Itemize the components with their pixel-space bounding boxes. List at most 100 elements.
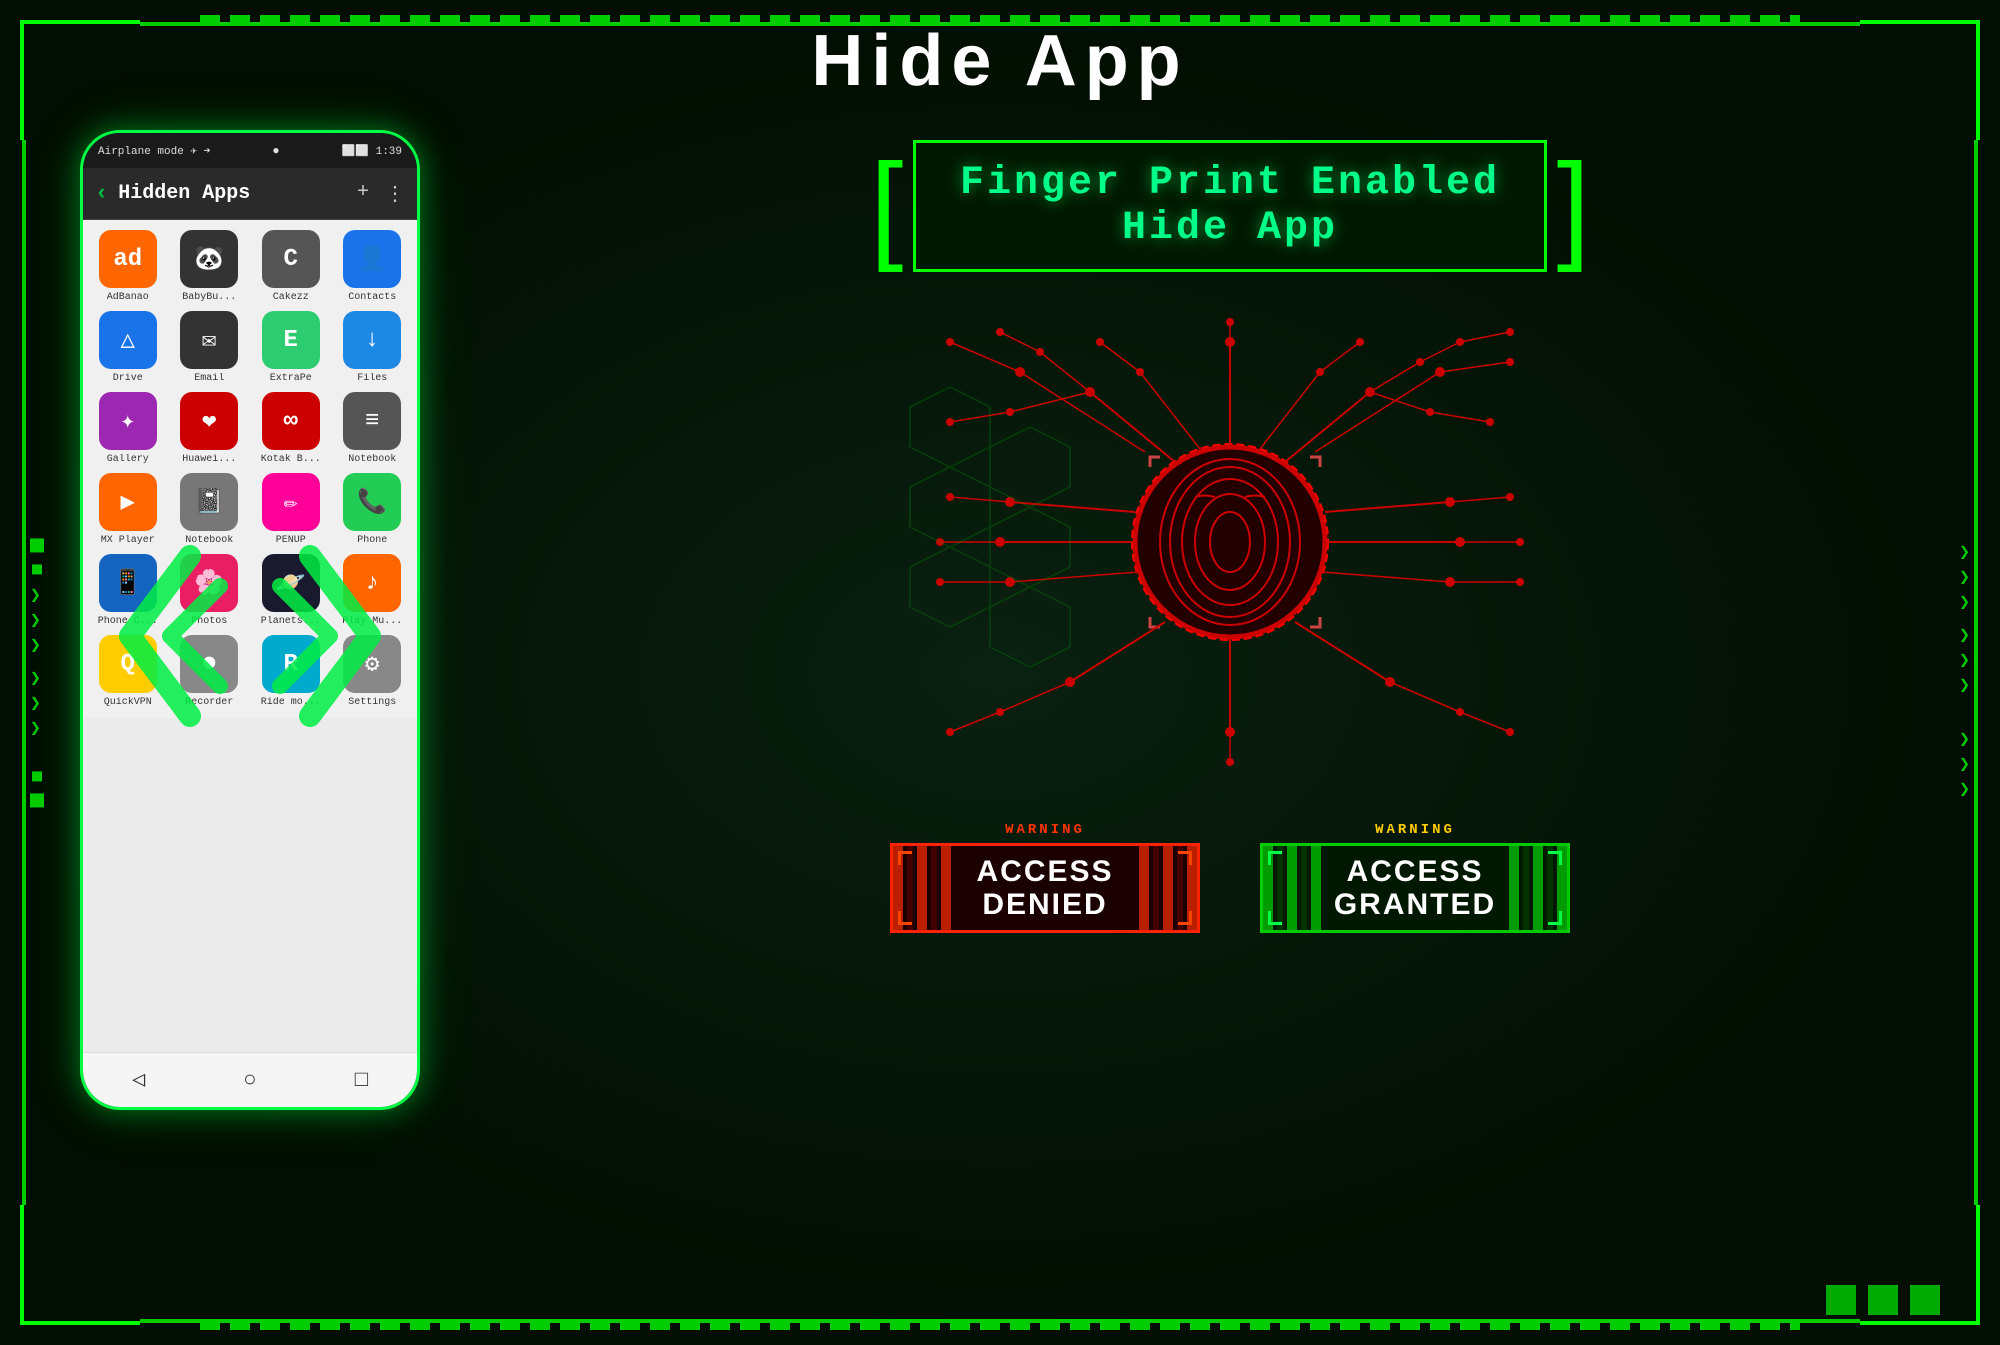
- app-icon: R: [262, 635, 320, 693]
- app-item[interactable]: ✦ Gallery: [91, 392, 165, 465]
- app-label: Kotak B...: [261, 454, 321, 465]
- fp-title-line1: Finger Print Enabled: [952, 161, 1507, 206]
- app-icon: ≡: [343, 392, 401, 450]
- phone-nav-bar: ◁ ○ □: [83, 1052, 417, 1107]
- status-right: ⬜⬜ 1:39: [342, 144, 402, 158]
- app-item[interactable]: ❤Huawei...: [173, 392, 247, 465]
- nav-home[interactable]: ○: [243, 1068, 256, 1093]
- app-item[interactable]: adAdBanao: [91, 230, 165, 303]
- app-icon: 🪐: [262, 554, 320, 612]
- access-granted-badge: WARNING: [1260, 822, 1570, 933]
- app-icon: Q: [99, 635, 157, 693]
- border-left: [22, 140, 26, 1205]
- fingerprint-visualization: [880, 302, 1580, 782]
- badges-row: WARNING: [890, 822, 1570, 933]
- left-side-decoration: ❯❯❯ ❯❯❯: [30, 536, 44, 809]
- phone-header: ‹ Hidden Apps + ⋮: [83, 168, 417, 220]
- app-label: ExtraPe: [270, 373, 312, 384]
- corner-br: [1548, 911, 1562, 925]
- corner-tl: [1268, 851, 1282, 865]
- denied-warning-label: WARNING: [1005, 822, 1085, 838]
- app-icon: ♪: [343, 554, 401, 612]
- page-title: Hide App: [0, 20, 2000, 102]
- granted-warning-label: WARNING: [1375, 822, 1455, 838]
- app-icon: △: [99, 311, 157, 369]
- square-1: [1826, 1285, 1856, 1315]
- app-label: PENUP: [276, 535, 306, 546]
- app-label: Planets...: [261, 616, 321, 627]
- square-2: [1868, 1285, 1898, 1315]
- corner-tr: [1178, 851, 1192, 865]
- app-label: Phone: [357, 535, 387, 546]
- app-label: BabyBu...: [182, 292, 236, 303]
- app-item[interactable]: 📞 Phone: [336, 473, 410, 546]
- corner-br: [1178, 911, 1192, 925]
- app-label: Gallery: [107, 454, 149, 465]
- app-label: Drive: [113, 373, 143, 384]
- app-item[interactable]: R Ride mo...: [254, 635, 328, 708]
- app-item[interactable]: ≡ Notebook: [336, 392, 410, 465]
- app-item[interactable]: CCakezz: [254, 230, 328, 303]
- app-item[interactable]: 🪐 Planets...: [254, 554, 328, 627]
- app-label: AdBanao: [107, 292, 149, 303]
- nav-back[interactable]: ◁: [132, 1067, 145, 1093]
- app-icon: 📞: [343, 473, 401, 531]
- nav-recent[interactable]: □: [355, 1068, 368, 1093]
- app-icon: ⏺: [180, 635, 238, 693]
- app-grid-container: adAdBanao 🐼 BabyBu... CCakezz 👤 Contacts △ Driv…: [83, 220, 417, 1052]
- app-grid: adAdBanao 🐼 BabyBu... CCakezz 👤 Contacts △ Driv…: [83, 220, 417, 718]
- app-item[interactable]: 🌸 Photos: [173, 554, 247, 627]
- app-icon: 🐼: [180, 230, 238, 288]
- fingerprint-title-box: Finger Print Enabled Hide App: [913, 140, 1546, 272]
- menu-icon[interactable]: ⋮: [385, 181, 405, 207]
- app-icon: ↓: [343, 311, 401, 369]
- status-left: Airplane mode ✈ ➜: [98, 144, 210, 158]
- app-item[interactable]: ✏ PENUP: [254, 473, 328, 546]
- header-title: Hidden Apps: [118, 182, 347, 205]
- access-denied-badge: WARNING: [890, 822, 1200, 933]
- granted-text: ACCESS GRANTED: [1334, 855, 1496, 921]
- app-label: Recorder: [185, 697, 233, 708]
- square-3: [1910, 1285, 1940, 1315]
- corner-tl: [898, 851, 912, 865]
- app-icon: ✏: [262, 473, 320, 531]
- app-item[interactable]: Q QuickVPN: [91, 635, 165, 708]
- app-icon: ▶: [99, 473, 157, 531]
- app-item[interactable]: ⚙Settings: [336, 635, 410, 708]
- right-side-decoration: ❯❯❯ ❯❯❯ ❯❯❯: [1959, 541, 1970, 804]
- app-label: Ride mo...: [261, 697, 321, 708]
- app-label: Email: [194, 373, 224, 384]
- app-item[interactable]: ↓ Files: [336, 311, 410, 384]
- app-item[interactable]: 🐼 BabyBu...: [173, 230, 247, 303]
- app-item[interactable]: 📱Phone C...: [91, 554, 165, 627]
- app-item[interactable]: △ Drive: [91, 311, 165, 384]
- app-icon: ✦: [99, 392, 157, 450]
- app-item[interactable]: ∞Kotak B...: [254, 392, 328, 465]
- app-item[interactable]: ▶ MX Player: [91, 473, 165, 546]
- app-icon: ⚙: [343, 635, 401, 693]
- app-label: Huawei...: [182, 454, 236, 465]
- border-right: [1974, 140, 1978, 1205]
- status-center: ●: [272, 144, 279, 158]
- corner-tr: [1548, 851, 1562, 865]
- app-item[interactable]: ✉Email: [173, 311, 247, 384]
- app-label: Photos: [191, 616, 227, 627]
- app-item[interactable]: 📓Notebook: [173, 473, 247, 546]
- corner-bl: [1268, 911, 1282, 925]
- app-label: Files: [357, 373, 387, 384]
- app-icon: 📱: [99, 554, 157, 612]
- app-icon: 🌸: [180, 554, 238, 612]
- app-item[interactable]: 👤 Contacts: [336, 230, 410, 303]
- app-icon: 👤: [343, 230, 401, 288]
- app-item[interactable]: ♪Play Mu...: [336, 554, 410, 627]
- app-label: MX Player: [101, 535, 155, 546]
- app-label: Contacts: [348, 292, 396, 303]
- back-button[interactable]: ‹: [95, 181, 108, 206]
- tech-line-bottom: [200, 1322, 1800, 1330]
- granted-box: ACCESS GRANTED: [1260, 843, 1570, 933]
- app-item[interactable]: ⏺ Recorder: [173, 635, 247, 708]
- app-item[interactable]: EExtraPe: [254, 311, 328, 384]
- app-label: Notebook: [348, 454, 396, 465]
- app-label: QuickVPN: [104, 697, 152, 708]
- add-icon[interactable]: +: [357, 181, 369, 207]
